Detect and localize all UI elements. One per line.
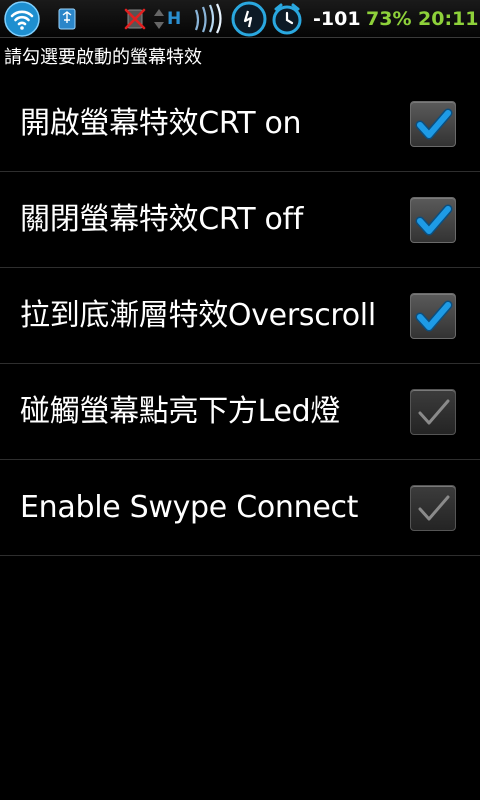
no-sim-icon — [120, 0, 150, 38]
clock-app-icon — [230, 0, 268, 38]
checkbox[interactable] — [410, 293, 456, 339]
setting-label: 關閉螢幕特效CRT off — [20, 202, 304, 237]
setting-label: 開啟螢幕特效CRT on — [20, 106, 302, 141]
clock-text: 20:11 — [418, 8, 479, 30]
signal-strength-text: -101 — [313, 8, 361, 30]
check-off-icon — [418, 495, 450, 521]
alarm-icon — [268, 0, 306, 38]
checkbox[interactable] — [410, 389, 456, 435]
checkbox[interactable] — [410, 101, 456, 147]
setting-row-overscroll[interactable]: 拉到底漸層特效Overscroll — [0, 268, 480, 364]
setting-label: Enable Swype Connect — [20, 490, 359, 525]
checkbox[interactable] — [410, 197, 456, 243]
check-icon — [415, 204, 453, 236]
data-arrows-icon — [151, 0, 167, 38]
status-bar: H -101 73% 20:11 — [0, 0, 480, 38]
signal-waves-icon — [190, 0, 230, 38]
wifi-icon — [2, 0, 42, 38]
setting-row-led[interactable]: 碰觸螢幕點亮下方Led燈 — [0, 364, 480, 460]
check-off-icon — [418, 399, 450, 425]
network-type-label: H — [167, 9, 182, 29]
settings-list: 開啟螢幕特效CRT on 關閉螢幕特效CRT off 拉到底漸層特效Oversc… — [0, 76, 480, 556]
setting-row-crt-off[interactable]: 關閉螢幕特效CRT off — [0, 172, 480, 268]
check-icon — [415, 108, 453, 140]
page-subtitle: 請勾選要啟動的螢幕特效 — [4, 47, 202, 68]
battery-percent-text: 73% — [366, 8, 412, 30]
setting-label: 碰觸螢幕點亮下方Led燈 — [20, 394, 341, 429]
checkbox[interactable] — [410, 485, 456, 531]
check-icon — [415, 300, 453, 332]
setting-label: 拉到底漸層特效Overscroll — [20, 298, 376, 333]
usb-storage-icon — [54, 0, 80, 38]
setting-row-swype-connect[interactable]: Enable Swype Connect — [0, 460, 480, 556]
setting-row-crt-on[interactable]: 開啟螢幕特效CRT on — [0, 76, 480, 172]
